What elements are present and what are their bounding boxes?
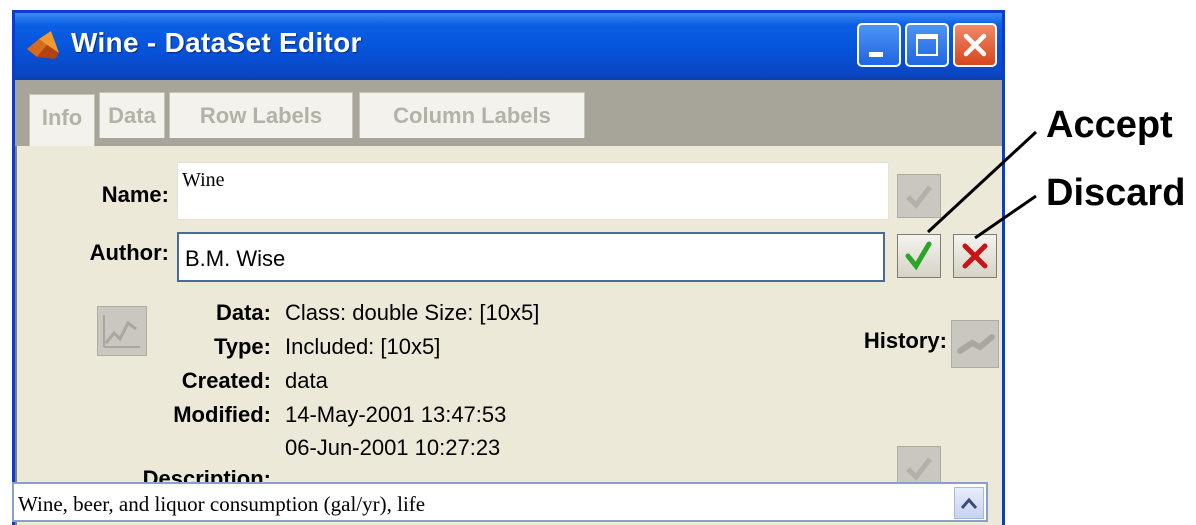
annotation-arrows [926,130,1038,240]
accept-arrow [926,130,1038,234]
discard-arrow [974,194,1037,240]
